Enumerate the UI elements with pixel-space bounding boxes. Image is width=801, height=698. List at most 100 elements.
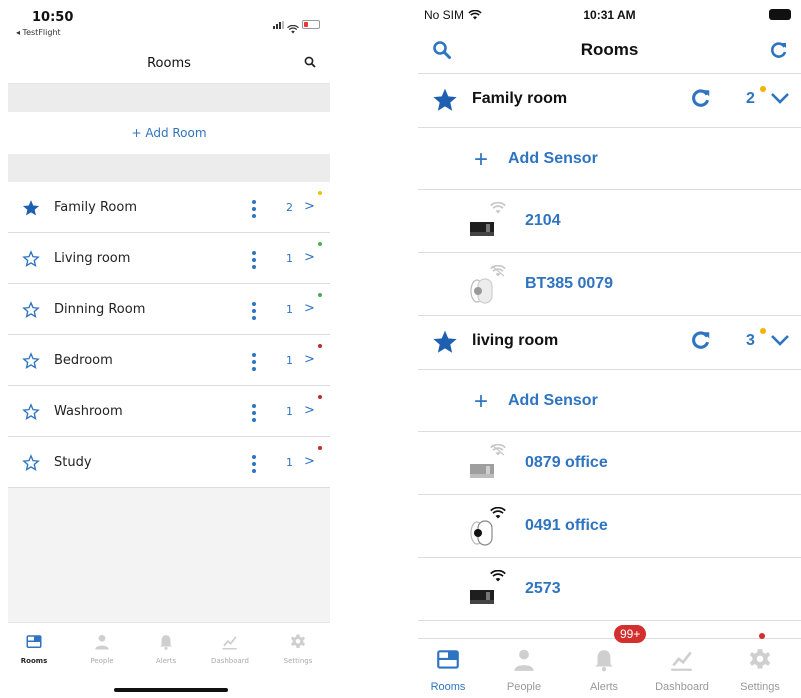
star-outline-icon[interactable]	[22, 250, 40, 268]
room-row[interactable]: living room 3	[418, 316, 801, 370]
search-icon[interactable]	[304, 56, 316, 68]
chevron-right-icon[interactable]: >	[304, 352, 315, 367]
room-name: Dinning Room	[54, 302, 146, 317]
tab-settings[interactable]: Settings	[722, 647, 798, 693]
status-dot	[759, 633, 765, 639]
camera-sensor-icon	[470, 507, 514, 547]
rooms-icon	[24, 633, 44, 651]
room-row[interactable]: Study 1 >	[8, 437, 330, 488]
tab-rooms[interactable]: Rooms	[418, 647, 486, 693]
star-outline-icon[interactable]	[22, 301, 40, 319]
sensor-count: 3	[746, 332, 755, 349]
section-spacer	[8, 84, 330, 112]
room-row[interactable]: Washroom 1 >	[8, 386, 330, 437]
add-sensor-button[interactable]: + Add Sensor	[418, 128, 801, 190]
room-name: Living room	[54, 251, 131, 266]
chevron-right-icon[interactable]: >	[304, 199, 315, 214]
star-outline-icon[interactable]	[22, 352, 40, 370]
battery-icon	[302, 20, 320, 29]
status-dot	[318, 191, 322, 195]
room-list: Family Room 2 > Living room 1 > Dinning Room 1 >…	[8, 182, 330, 488]
room-row[interactable]: Family Room 2 >	[8, 182, 330, 233]
sensor-label: 2573	[525, 580, 561, 597]
tab-dashboard[interactable]: Dashboard	[644, 647, 720, 693]
add-sensor-label: Add Sensor	[508, 392, 598, 409]
status-dot	[318, 446, 322, 450]
sensor-count: 1	[286, 456, 293, 469]
gear-icon	[747, 647, 773, 673]
favorite-star-icon[interactable]	[432, 87, 458, 113]
more-options-icon[interactable]	[252, 353, 256, 371]
chevron-right-icon[interactable]: >	[304, 301, 315, 316]
room-row[interactable]: Dinning Room 1 >	[8, 284, 330, 335]
sensor-row[interactable]: 0879 office	[418, 432, 801, 495]
nav-header: Rooms	[418, 34, 801, 74]
tab-rooms[interactable]: Rooms	[8, 633, 64, 665]
signal-icon	[273, 20, 284, 29]
right-phone-screen: No SIM 10:31 AM Rooms Family room 2 + Add S…	[418, 0, 801, 698]
room-name: living room	[472, 332, 559, 349]
bar-sensor-icon	[470, 202, 514, 242]
bell-icon	[156, 633, 176, 651]
tab-people[interactable]: People	[486, 647, 562, 693]
more-options-icon[interactable]	[252, 302, 256, 320]
more-options-icon[interactable]	[252, 455, 256, 473]
plus-icon: +	[474, 388, 489, 415]
more-options-icon[interactable]	[252, 251, 256, 269]
star-outline-icon[interactable]	[22, 403, 40, 421]
tab-bar: Rooms People Alerts Dashboard Settings 99+	[418, 625, 801, 698]
tab-label: People	[90, 657, 114, 665]
tab-alerts[interactable]: Alerts	[136, 633, 196, 665]
bar-sensor-icon	[470, 444, 514, 484]
status-dot	[760, 328, 766, 334]
tab-alerts[interactable]: Alerts	[566, 647, 642, 693]
wifi-icon	[287, 21, 299, 33]
refresh-icon[interactable]	[690, 329, 712, 351]
people-icon	[92, 633, 112, 651]
room-name: Family Room	[54, 200, 137, 215]
chevron-right-icon[interactable]: >	[304, 454, 315, 469]
status-dot	[760, 86, 766, 92]
refresh-icon[interactable]	[690, 87, 712, 109]
sensor-row[interactable]: 2573	[418, 558, 801, 621]
chevron-down-icon[interactable]	[770, 91, 790, 105]
star-outline-icon[interactable]	[22, 454, 40, 472]
chevron-right-icon[interactable]: >	[304, 403, 315, 418]
add-sensor-button[interactable]: + Add Sensor	[418, 370, 801, 432]
tab-dashboard[interactable]: Dashboard	[200, 633, 260, 665]
status-dot	[318, 242, 322, 246]
room-name: Family room	[472, 90, 568, 107]
tab-bar: Rooms People Alerts Dashboard Settings	[8, 622, 330, 698]
page-title: Rooms	[580, 40, 639, 59]
favorite-star-icon[interactable]	[22, 199, 40, 217]
sensor-count: 1	[286, 303, 293, 316]
home-indicator[interactable]	[114, 688, 228, 692]
room-row[interactable]: Family room 2	[418, 74, 801, 128]
add-room-button[interactable]: + Add Room	[8, 112, 330, 154]
screenshot-stage: 10:50 ◂ TestFlight Rooms + Add Room Fami…	[0, 0, 801, 698]
tab-settings[interactable]: Settings	[268, 633, 328, 665]
status-time: 10:50	[32, 10, 74, 25]
sensor-row[interactable]: BT385 0079	[418, 253, 801, 316]
more-options-icon[interactable]	[252, 200, 256, 218]
room-sensor-list: Family room 2 + Add Sensor 2104 BT385 0079 liv…	[418, 74, 801, 621]
chevron-right-icon[interactable]: >	[304, 250, 315, 265]
favorite-star-icon[interactable]	[432, 329, 458, 355]
tab-label: Dashboard	[211, 657, 249, 665]
sensor-count: 1	[286, 405, 293, 418]
refresh-icon[interactable]	[769, 40, 789, 60]
sensor-row[interactable]: 2104	[418, 190, 801, 253]
status-dot	[318, 395, 322, 399]
room-row[interactable]: Living room 1 >	[8, 233, 330, 284]
chevron-down-icon[interactable]	[770, 333, 790, 347]
more-options-icon[interactable]	[252, 404, 256, 422]
chart-icon	[220, 633, 240, 651]
status-dot	[318, 293, 322, 297]
room-row[interactable]: Bedroom 1 >	[8, 335, 330, 386]
back-to-testflight-link[interactable]: ◂ TestFlight	[16, 28, 61, 37]
camera-sensor-icon	[470, 265, 514, 305]
sensor-label: BT385 0079	[525, 275, 614, 292]
sensor-row[interactable]: 0491 office	[418, 495, 801, 558]
tab-people[interactable]: People	[72, 633, 132, 665]
sensor-count: 2	[286, 201, 293, 214]
